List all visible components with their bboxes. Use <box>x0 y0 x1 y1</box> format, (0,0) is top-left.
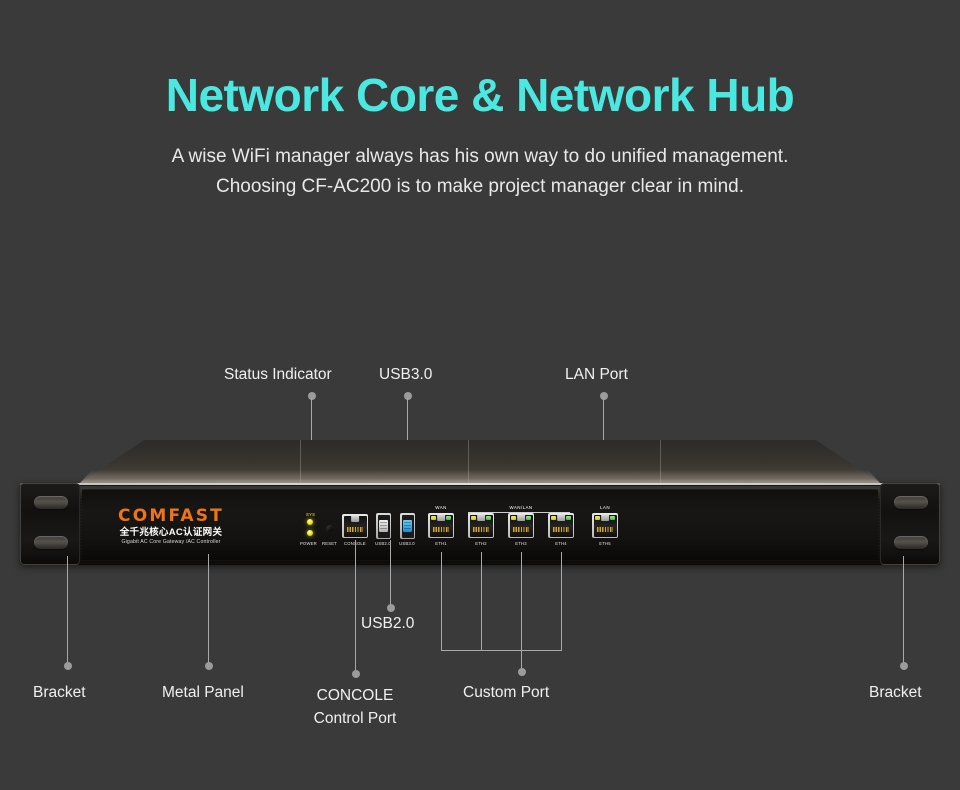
brand-subtitle-cn: 全千兆核心AC认证网关 <box>119 527 223 538</box>
eth-port-3 <box>508 513 534 538</box>
chassis-top-highlight <box>20 483 940 485</box>
leader-line-custom-port-eth4 <box>561 552 562 651</box>
leader-line-custom-port-eth3 <box>521 552 522 651</box>
eth-port-4 <box>548 513 574 538</box>
device-brand-logo: COMFAST 全千兆核心AC认证网关 Gigabit AC Core Gate… <box>106 508 236 545</box>
leader-dot-metal-panel <box>205 662 213 670</box>
leader-line-custom-port-eth1 <box>441 552 442 651</box>
leader-line-metal-panel <box>208 554 209 664</box>
annotation-concole-line-2: Control Port <box>313 710 397 727</box>
eth-group-label-wanlan: WAN/LAN <box>509 505 533 510</box>
eth-group-label-lan: LAN <box>600 505 610 510</box>
leader-line-bracket-left <box>67 556 68 664</box>
eth-port-1-label: ETH1 <box>435 541 447 546</box>
power-led <box>307 519 313 525</box>
page-subtitle: A wise WiFi manager always has his own w… <box>0 142 960 202</box>
power-label: POWER <box>300 541 317 546</box>
subtitle-line-2: Choosing CF-AC200 is to make project man… <box>215 176 744 197</box>
sys-led <box>307 530 313 536</box>
usb3-port <box>400 513 415 539</box>
subtitle-line-1: A wise WiFi manager always has his own w… <box>171 146 789 167</box>
eth-port-2 <box>468 513 494 538</box>
status-indicator-group: SYS POWER RESET <box>300 512 346 552</box>
leader-dot-usb30 <box>404 392 412 400</box>
console-port <box>342 514 368 538</box>
eth-group-label-wan: WAN <box>435 505 447 510</box>
annotation-usb30: USB3.0 <box>379 366 433 383</box>
rj45-jack-console <box>342 514 368 538</box>
page-title: Network Core & Network Hub <box>165 69 795 121</box>
leader-rail-custom-port <box>441 650 562 651</box>
annotation-bracket-right: Bracket <box>869 684 922 701</box>
leader-dot-concole <box>352 670 360 678</box>
sys-label: SYS <box>306 512 316 517</box>
leader-line-bracket-right <box>903 556 904 664</box>
leader-line-usb20 <box>390 540 391 606</box>
annotation-concole-line-1: CONCOLE <box>316 687 394 704</box>
eth-port-2-label: ETH2 <box>475 541 487 546</box>
usb2-port <box>376 513 391 539</box>
leader-dot-lan-port <box>600 392 608 400</box>
brand-name: COMFAST <box>118 506 224 526</box>
leader-line-concole <box>355 540 356 672</box>
bracket-slot-top-left <box>34 496 68 509</box>
device-top-face-seams <box>80 440 880 483</box>
device-bracket-left <box>20 483 80 565</box>
leader-line-custom-port-eth2 <box>481 552 482 651</box>
eth-port-3-label: ETH3 <box>515 541 527 546</box>
brand-subtitle-en: Gigabit AC Core Gateway /AC Controller <box>121 538 221 545</box>
eth-port-5-label: ETH5 <box>599 541 611 546</box>
leader-dot-usb20 <box>387 604 395 612</box>
leader-dot-bracket-right <box>900 662 908 670</box>
product-diagram-page: Network Core & Network Hub A wise WiFi m… <box>0 0 960 790</box>
bracket-slot-top-right <box>894 496 928 509</box>
annotation-metal-panel: Metal Panel <box>162 684 244 701</box>
annotation-status-indicator: Status Indicator <box>224 366 332 383</box>
eth-port-5 <box>592 513 618 538</box>
device-bracket-right <box>880 483 940 565</box>
bracket-slot-bottom-left <box>34 536 68 549</box>
reset-button[interactable] <box>326 525 334 533</box>
annotation-bracket-left: Bracket <box>33 684 86 701</box>
leader-dot-bracket-left <box>64 662 72 670</box>
leader-dot-custom-port <box>518 668 526 676</box>
eth-port-1 <box>428 513 454 538</box>
annotation-concole-control-port: CONCOLE Control Port <box>287 684 423 730</box>
annotation-lan-port: LAN Port <box>565 366 628 383</box>
leader-dot-status-indicator <box>308 392 316 400</box>
eth-port-4-label: ETH4 <box>555 541 567 546</box>
annotation-usb20: USB2.0 <box>361 615 415 632</box>
annotation-custom-port: Custom Port <box>463 684 550 701</box>
bracket-slot-bottom-right <box>894 536 928 549</box>
